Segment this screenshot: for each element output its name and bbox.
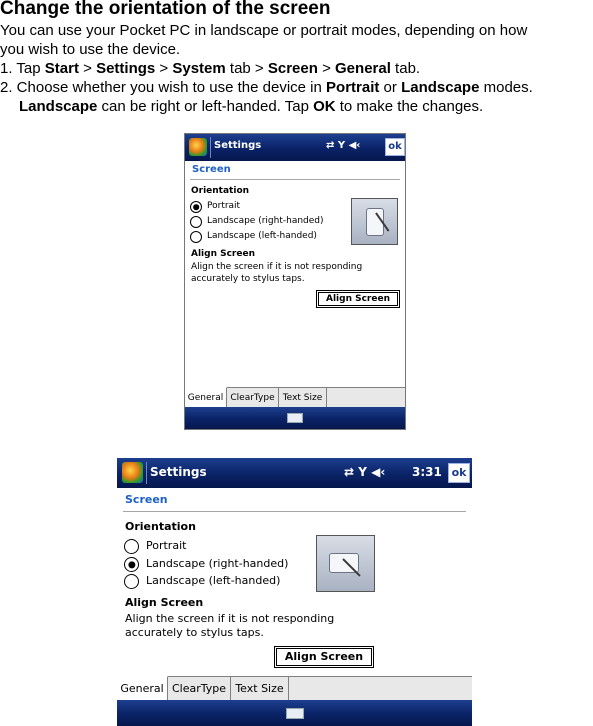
tab-strip: General ClearType Text Size [117,676,472,700]
orientation-preview-icon [316,535,375,592]
step-2-cont: Landscape can be right or left-handed. T… [19,98,484,115]
option-landscape-left: Landscape (left-handed) [207,231,317,241]
tab-cleartype[interactable]: ClearType [227,388,279,408]
ok-button[interactable]: ok [385,138,405,156]
title-bar: Settings ⇄ Y ◀‹ 3:31 ok [117,458,472,488]
radio-landscape-right[interactable] [124,557,139,572]
align-text-2: accurately to stylus taps. [191,274,305,284]
option-portrait: Portrait [146,539,187,552]
keyboard-icon[interactable] [287,413,303,423]
landscape-screenshot: Settings ⇄ Y ◀‹ 3:31 ok Screen Orientati… [117,458,472,726]
keyboard-icon[interactable] [286,708,304,719]
start-icon[interactable] [122,462,143,483]
menu-bar [117,700,472,726]
title-bar: Settings ⇄ Y ◀‹ ok [185,134,405,161]
start-icon[interactable] [189,138,207,156]
option-portrait: Portrait [207,201,241,211]
document-title: Change the orientation of the screen [0,0,331,19]
section-title: Screen [125,493,168,506]
align-text-2: accurately to stylus taps. [125,626,264,639]
align-screen-button[interactable]: Align Screen [274,646,374,668]
orientation-label: Orientation [191,186,250,196]
tab-general[interactable]: General [117,676,168,700]
app-title: Settings [214,140,262,151]
status-icons[interactable]: ⇄ Y ◀‹ [326,140,360,151]
option-landscape-left: Landscape (left-handed) [146,574,281,587]
option-landscape-right: Landscape (right-handed) [146,557,289,570]
radio-landscape-left[interactable] [190,231,202,243]
tab-cleartype[interactable]: ClearType [168,677,231,700]
tab-text-size[interactable]: Text Size [279,388,327,408]
align-title: Align Screen [191,249,255,259]
tab-general[interactable]: General [185,387,227,408]
align-text-1: Align the screen if it is not responding [125,612,335,625]
app-title: Settings [150,465,207,479]
intro-line-2: you wish to use the device. [0,41,181,58]
status-icons[interactable]: ⇄ Y ◀‹ [344,465,385,479]
step-1: 1. Tap Start > Settings > System tab > S… [0,60,421,77]
tab-strip: General ClearType Text Size [185,387,405,408]
menu-bar [185,407,405,429]
radio-portrait[interactable] [190,201,202,213]
option-landscape-right: Landscape (right-handed) [207,216,324,226]
radio-landscape-right[interactable] [190,216,202,228]
step-2: 2. Choose whether you wish to use the de… [0,79,533,96]
align-title: Align Screen [125,596,204,609]
portrait-screenshot: Settings ⇄ Y ◀‹ ok Screen Orientation Po… [184,133,406,430]
tab-text-size[interactable]: Text Size [231,677,289,700]
section-title: Screen [192,164,231,175]
orientation-label: Orientation [125,520,196,533]
radio-landscape-left[interactable] [124,574,139,589]
ok-button[interactable]: ok [448,463,470,483]
intro-line-1: You can use your Pocket PC in landscape … [0,22,528,39]
align-text-1: Align the screen if it is not responding [191,262,363,272]
radio-portrait[interactable] [124,539,139,554]
clock[interactable]: 3:31 [412,465,442,479]
orientation-preview-icon [351,198,398,245]
align-screen-button[interactable]: Align Screen [316,290,400,308]
